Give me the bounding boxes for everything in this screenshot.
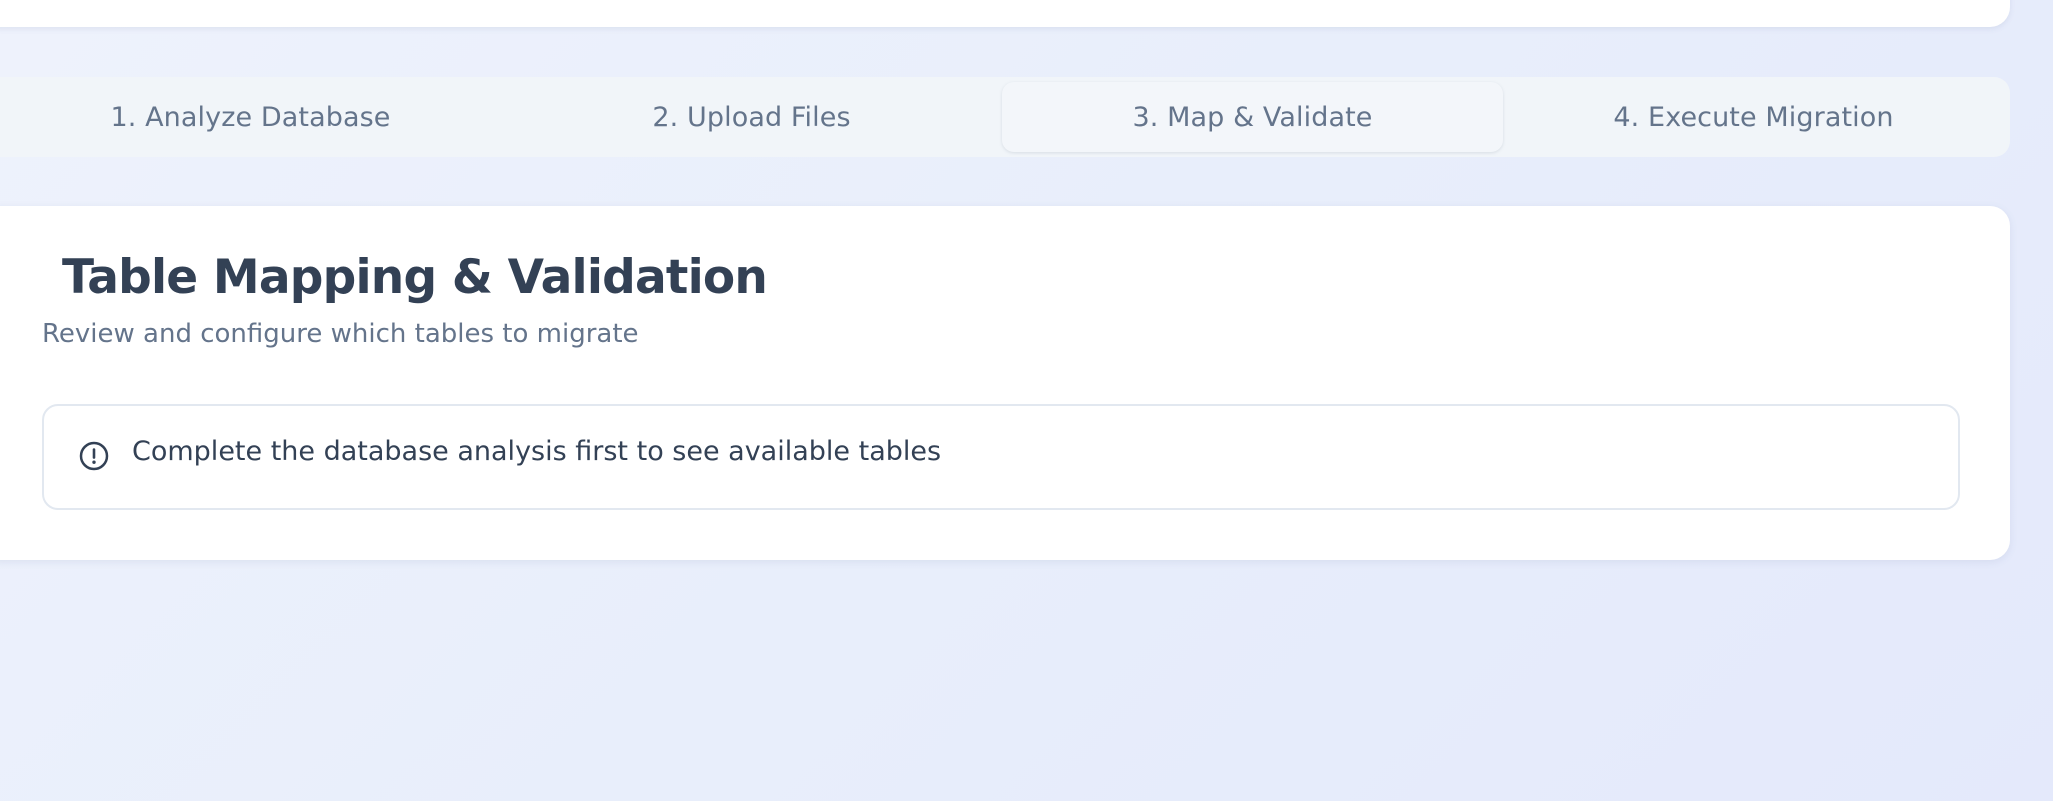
- step-tabs: 1. Analyze Database 2. Upload Files 3. M…: [0, 77, 2010, 157]
- header-card: [0, 0, 2010, 27]
- page-subtitle: Review and configure which tables to mig…: [42, 319, 639, 349]
- info-alert: Complete the database analysis first to …: [42, 404, 1960, 510]
- tab-analyze-database[interactable]: 1. Analyze Database: [0, 82, 501, 152]
- tab-map-validate[interactable]: 3. Map & Validate: [1002, 82, 1503, 152]
- alert-message: Complete the database analysis first to …: [132, 436, 942, 467]
- alert-circle-icon: [77, 439, 111, 473]
- tab-execute-migration[interactable]: 4. Execute Migration: [1503, 82, 2004, 152]
- tab-upload-files[interactable]: 2. Upload Files: [501, 82, 1002, 152]
- page-title: Table Mapping & Validation: [62, 250, 768, 305]
